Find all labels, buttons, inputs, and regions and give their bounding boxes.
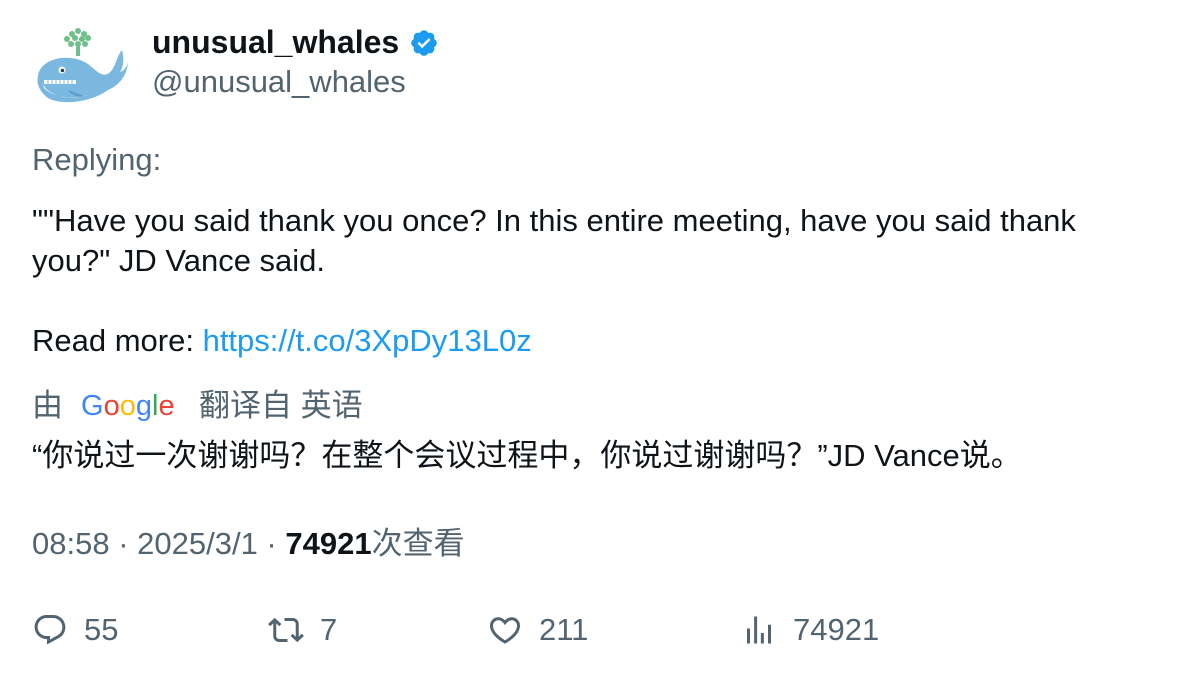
analytics-icon xyxy=(747,616,771,644)
translation-attribution: 由 Google 翻译自 英语 xyxy=(32,386,363,426)
tweet-meta: 08:58 · 2025/3/1 · 74921次查看 xyxy=(32,524,465,564)
tweet-link[interactable]: https://t.co/3XpDy13L0z xyxy=(203,323,532,358)
tweet-text: ""Have you said thank you once? In this … xyxy=(32,203,1085,278)
retweet-icon xyxy=(268,617,304,643)
tweet-date[interactable]: 2025/3/1 xyxy=(137,526,258,561)
author-display-name[interactable]: unusual_whales xyxy=(152,22,399,62)
heart-icon xyxy=(489,617,521,644)
whale-avatar-icon xyxy=(37,28,128,103)
author-handle[interactable]: @unusual_whales xyxy=(152,62,406,102)
views-count: 74921 xyxy=(793,612,880,647)
translated-from-label: 翻译自 英语 xyxy=(199,388,363,423)
google-logo-icon: Google xyxy=(81,390,175,422)
author-avatar[interactable] xyxy=(32,24,128,114)
read-more-label: Read more: xyxy=(32,323,203,358)
views-button[interactable]: 74921 xyxy=(741,610,879,650)
like-button[interactable]: 211 xyxy=(487,610,588,650)
action-bar: 55 7 211 74921 xyxy=(32,610,1162,654)
tweet-time[interactable]: 08:58 xyxy=(32,526,110,561)
view-count: 74921 xyxy=(285,526,372,561)
verified-badge-icon xyxy=(411,30,437,56)
reply-icon xyxy=(34,615,66,645)
retweet-count: 7 xyxy=(320,612,338,647)
retweet-button[interactable]: 7 xyxy=(268,610,337,650)
reply-button[interactable]: 55 xyxy=(32,610,118,650)
like-count: 211 xyxy=(539,612,589,647)
translated-text: “你说过一次谢谢吗？在整个会议过程中，你说过谢谢吗？”JD Vance说。 xyxy=(32,438,1022,473)
meta-separator: · xyxy=(109,526,138,561)
svg-text:Google: Google xyxy=(81,390,175,422)
replying-label: Replying: xyxy=(32,142,162,177)
view-count-suffix: 次查看 xyxy=(371,526,465,561)
reply-count: 55 xyxy=(84,612,119,647)
meta-separator-2: · xyxy=(257,526,286,561)
read-more-line: Read more: https://t.co/3XpDy13L0z xyxy=(32,321,532,361)
author-name-row[interactable]: unusual_whales xyxy=(152,22,439,62)
translated-by-label: 由 xyxy=(32,388,63,423)
